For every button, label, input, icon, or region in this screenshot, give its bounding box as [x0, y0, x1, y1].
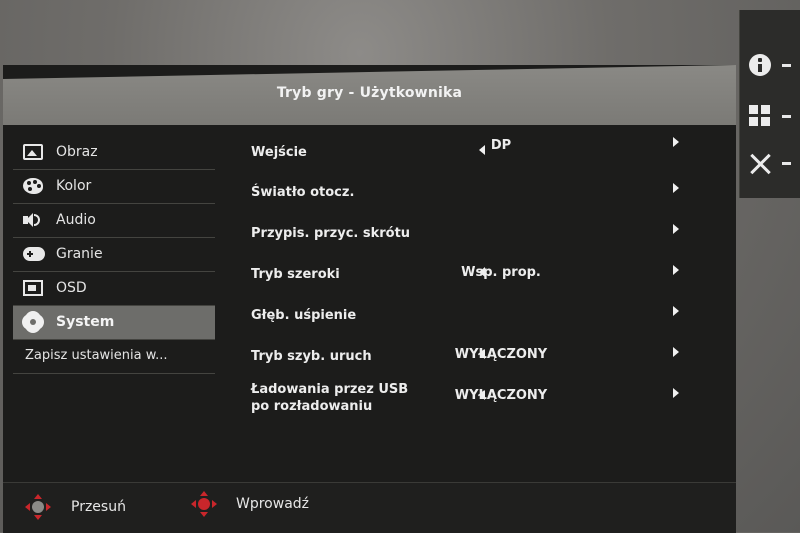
sidebar-item-save-settings[interactable]: Zapisz ustawienia w...: [13, 340, 215, 374]
setting-row-tryb-szyb-uruch[interactable]: Tryb szyb. uruch WYŁĄCZONY: [243, 340, 683, 370]
sidebar-item-obraz[interactable]: Obraz: [13, 136, 215, 170]
setting-label: Światło otocz.: [251, 185, 355, 200]
setting-row-wejscie[interactable]: Wejście DP: [243, 136, 683, 166]
info-icon: [749, 54, 771, 76]
hotkey-strip: [739, 10, 800, 198]
sidebar-item-osd[interactable]: OSD: [13, 272, 215, 306]
setting-label-line1: Ładowania przez USB: [251, 382, 409, 397]
hotkey-dash: [782, 64, 791, 67]
setting-value: WYŁĄCZONY: [454, 347, 548, 362]
hotkey-dash: [782, 115, 791, 118]
setting-value: WYŁĄCZONY: [454, 388, 548, 403]
hotkey-dash: [782, 162, 791, 165]
sidebar-item-label: Obraz: [56, 144, 98, 160]
setting-row-przypis-przyc-skrotu[interactable]: Przypis. przyc. skrótu: [243, 217, 683, 247]
move-hint-label: Przesuń: [71, 499, 126, 515]
sidebar-item-kolor[interactable]: Kolor: [13, 170, 215, 204]
gamepad-icon: [23, 247, 45, 261]
setting-label: Tryb szyb. uruch: [251, 349, 372, 364]
sidebar-item-granie[interactable]: Granie: [13, 238, 215, 272]
setting-label: Głęb. uśpienie: [251, 308, 357, 323]
enter-hint-label: Wprowadź: [236, 496, 310, 512]
sidebar-item-label: Granie: [56, 246, 103, 262]
speaker-icon: [23, 212, 43, 228]
arrow-right-icon[interactable]: [673, 265, 679, 275]
setting-row-tryb-szeroki[interactable]: Tryb szeroki Wsp. prop.: [243, 258, 683, 288]
setting-row-gleb-uspienie[interactable]: Głęb. uśpienie: [243, 299, 683, 329]
sidebar-item-label: Audio: [56, 212, 96, 228]
hotkey-info[interactable]: [740, 46, 800, 86]
sidebar-item-label: OSD: [56, 280, 87, 296]
sidebar-item-audio[interactable]: Audio: [13, 204, 215, 238]
arrow-right-icon[interactable]: [673, 306, 679, 316]
osd-title: Tryb gry - Użytkownika: [276, 85, 463, 101]
osd-footer: Przesuń Wprowadź: [3, 482, 736, 533]
setting-label: Przypis. przyc. skrótu: [251, 226, 411, 241]
setting-row-ladowanie-usb[interactable]: Ładowania przez USB po rozładowaniu WYŁĄ…: [243, 381, 683, 417]
arrow-right-icon[interactable]: [673, 347, 679, 357]
grid-icon: [749, 105, 771, 127]
hotkey-grid[interactable]: [740, 97, 800, 137]
sidebar-item-system[interactable]: System: [13, 306, 215, 340]
setting-value: DP: [490, 138, 512, 153]
arrow-right-icon[interactable]: [673, 388, 679, 398]
gear-icon: [24, 313, 42, 331]
setting-label: Tryb szeroki: [251, 267, 340, 282]
arrow-right-icon[interactable]: [673, 137, 679, 147]
palette-icon: [23, 178, 43, 194]
arrow-right-icon[interactable]: [673, 224, 679, 234]
navigation-pad-enter-icon: [191, 491, 217, 517]
navigation-pad-move-icon: [25, 494, 51, 520]
setting-label: Ładowania przez USB po rozładowaniu: [251, 381, 408, 415]
arrow-right-icon[interactable]: [673, 183, 679, 193]
setting-value: Wsp. prop.: [461, 265, 541, 280]
close-icon: [749, 153, 771, 175]
setting-row-swiatlo-otocz[interactable]: Światło otocz.: [243, 176, 683, 206]
setting-label-line2: po rozładowaniu: [251, 399, 373, 414]
sidebar-item-label: System: [56, 314, 115, 330]
image-icon: [23, 144, 43, 160]
save-settings-label: Zapisz ustawienia w...: [25, 348, 168, 363]
osd-icon: [23, 280, 43, 296]
hotkey-close[interactable]: [740, 144, 800, 184]
setting-label: Wejście: [251, 145, 307, 160]
sidebar-item-label: Kolor: [56, 178, 92, 194]
osd-panel: Tryb gry - Użytkownika Obraz Kolor Audio…: [3, 65, 736, 533]
